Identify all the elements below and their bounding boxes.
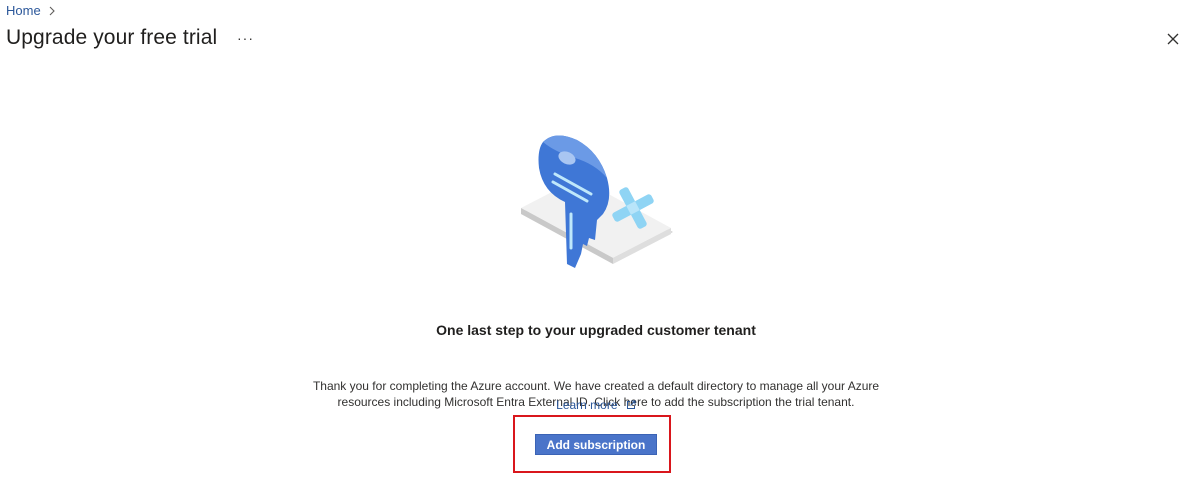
key-icon [521, 135, 673, 268]
external-link-icon [626, 400, 636, 409]
page-title: Upgrade your free trial [6, 26, 218, 49]
learn-more-row: Learn more [0, 398, 1192, 412]
learn-more-link[interactable]: Learn more [556, 398, 617, 412]
add-subscription-button[interactable]: Add subscription [535, 434, 657, 455]
more-options-button[interactable]: ··· [237, 30, 254, 46]
close-icon[interactable] [1165, 31, 1181, 47]
breadcrumb: Home [6, 3, 57, 18]
chevron-right-icon [49, 6, 55, 15]
section-heading: One last step to your upgraded customer … [436, 322, 756, 338]
upgrade-trial-page: Home Upgrade your free trial ··· One las… [0, 0, 1200, 484]
breadcrumb-home-link[interactable]: Home [6, 3, 41, 18]
